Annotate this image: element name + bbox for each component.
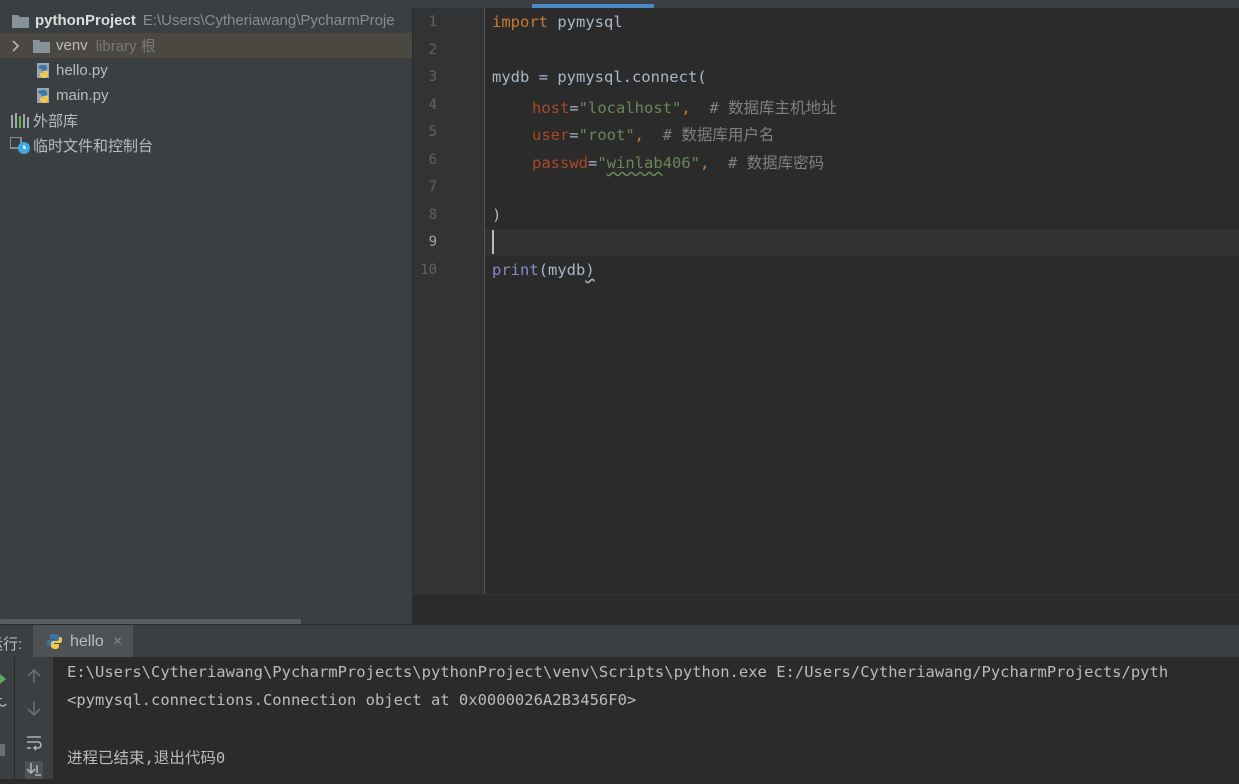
folder-icon	[33, 39, 50, 53]
run-panel-header: 运行: hello ×	[0, 624, 1239, 658]
code-token: ,	[700, 154, 729, 172]
arrow-down-icon[interactable]	[25, 700, 43, 718]
string-token: 406"	[662, 154, 701, 172]
code-token: mydb = pymysql.connect(	[492, 68, 707, 86]
run-toolbar-left	[0, 657, 14, 779]
python-file-icon	[35, 87, 52, 104]
arrow-up-icon[interactable]	[25, 667, 43, 685]
line-number-current: 9	[428, 234, 437, 250]
console-output-line: E:\Users\Cytheriawang\PycharmProjects\py…	[67, 663, 1169, 681]
python-icon	[46, 633, 63, 650]
root-name: pythonProject	[35, 12, 136, 29]
folder-icon	[12, 14, 29, 28]
run-console[interactable]: E:\Users\Cytheriawang\PycharmProjects\py…	[0, 657, 1239, 779]
code-token: ,	[681, 99, 710, 117]
tree-item-main-py[interactable]: main.py	[0, 83, 412, 108]
library-icon	[11, 112, 31, 129]
code-token: =	[569, 99, 579, 117]
string-token: "root"	[578, 126, 635, 144]
tree-item-hello-py[interactable]: hello.py	[0, 58, 412, 83]
current-line-highlight	[485, 229, 1239, 256]
tree-item-label: main.py	[56, 87, 109, 104]
run-panel-label: 运行:	[0, 636, 23, 653]
line-number: 6	[428, 152, 437, 168]
code-line-6[interactable]: passwd="winlab406", # 数据库密码	[532, 151, 824, 173]
comment-token: # 数据库用户名	[662, 126, 775, 144]
code-line-1[interactable]: import pymysql	[492, 13, 623, 31]
stop-icon[interactable]	[0, 743, 6, 756]
tree-item-venv[interactable]: venv library 根	[0, 33, 412, 58]
rerun-icon[interactable]	[0, 671, 8, 684]
scroll-to-end-icon[interactable]	[25, 761, 43, 779]
chevron-right-icon[interactable]	[9, 39, 23, 53]
text-caret	[492, 230, 494, 254]
tree-root-pythonproject[interactable]: pythonProject E:\Users\Cytheriawang\Pych…	[0, 8, 412, 33]
tree-item-external-libraries[interactable]: 外部库	[0, 108, 412, 133]
comment-token: # 数据库主机地址	[709, 99, 837, 117]
editor-tab-strip	[0, 0, 1239, 8]
gutter-separator	[484, 8, 485, 594]
tree-item-label: 外部库	[33, 113, 79, 130]
editor-footer	[413, 594, 1239, 625]
root-path: E:\Users\Cytheriawang\PycharmProje	[142, 12, 395, 29]
string-token: "localhost"	[578, 99, 682, 117]
library-root-hint: library 根	[95, 38, 156, 55]
code-line-4[interactable]: host="localhost", # 数据库主机地址	[532, 96, 837, 118]
code-line-10[interactable]: print(mydb)	[492, 261, 595, 279]
string-token: "	[597, 154, 607, 172]
code-token: )	[492, 206, 502, 224]
code-token: ,	[634, 126, 663, 144]
run-toolbar	[15, 657, 53, 779]
code-line-5[interactable]: user="root", # 数据库用户名	[532, 123, 774, 145]
line-number-gutter: 1 2 3 4 5 6 7 8 9 10	[413, 8, 484, 594]
line-number: 10	[420, 262, 437, 278]
run-tab-hello[interactable]: hello ×	[33, 625, 133, 658]
code-token: =	[569, 126, 579, 144]
close-icon[interactable]: ×	[113, 633, 122, 651]
wrench-icon[interactable]	[0, 697, 8, 709]
line-number: 3	[428, 69, 437, 85]
scratches-icon	[9, 135, 32, 155]
code-token: )	[585, 261, 595, 279]
code-token: (mydb	[538, 261, 586, 279]
run-tab-label: hello	[70, 633, 104, 650]
param-token: passwd	[532, 154, 588, 172]
code-token: =	[588, 154, 598, 172]
line-number: 1	[428, 14, 437, 30]
tree-item-label: venv	[56, 37, 88, 54]
line-number: 4	[428, 97, 437, 113]
builtin-token: print	[492, 261, 539, 279]
line-number: 2	[428, 42, 437, 58]
spellcheck-token: winlab	[606, 154, 663, 172]
code-token: pymysql	[548, 13, 623, 31]
code-line-8[interactable]: )	[492, 206, 501, 224]
param-token: host	[532, 99, 570, 117]
console-output-line: <pymysql.connections.Connection object a…	[67, 691, 637, 709]
code-line-3[interactable]: mydb = pymysql.connect(	[492, 68, 707, 86]
line-number: 7	[428, 179, 437, 195]
tree-item-scratches-consoles[interactable]: 临时文件和控制台	[0, 133, 412, 158]
keyword-token: import	[492, 13, 548, 31]
console-output-line: 进程已结束,退出代码0	[67, 749, 226, 767]
comment-token: # 数据库密码	[728, 154, 825, 172]
line-number: 8	[428, 207, 437, 223]
code-editor[interactable]: 1 2 3 4 5 6 7 8 9 10 import pymysql mydb…	[413, 8, 1239, 594]
tree-item-label: 临时文件和控制台	[33, 138, 154, 155]
param-token: user	[532, 126, 570, 144]
soft-wrap-icon[interactable]	[25, 733, 43, 751]
project-tree: pythonProject E:\Users\Cytheriawang\Pych…	[0, 8, 412, 624]
tree-item-label: hello.py	[56, 62, 108, 79]
line-number: 5	[428, 124, 437, 140]
python-file-icon	[35, 62, 52, 79]
